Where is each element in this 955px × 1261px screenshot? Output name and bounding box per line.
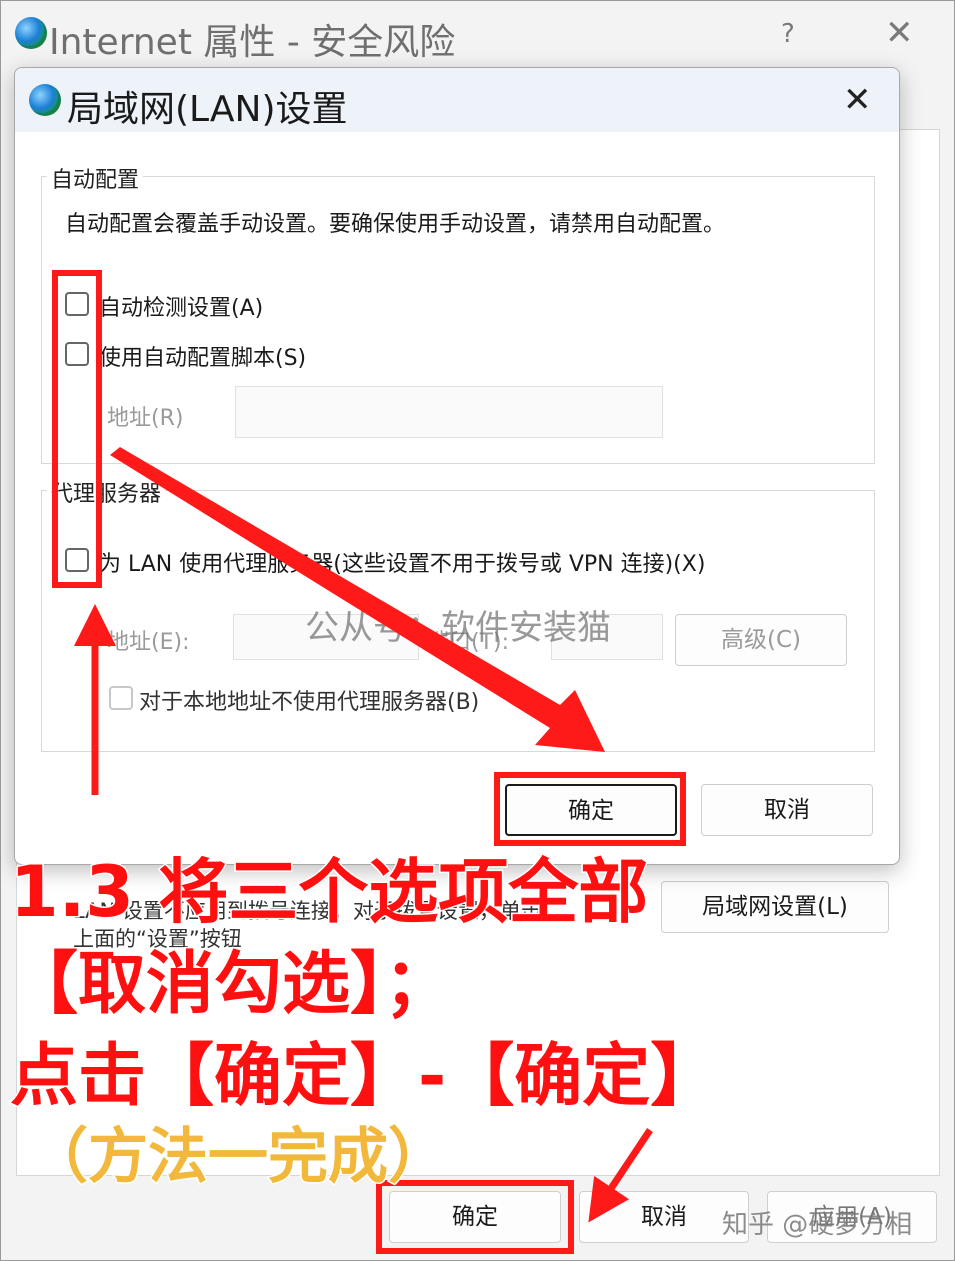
auto-config-group-label: 自动配置 — [47, 162, 144, 194]
dialog-close-icon[interactable]: ✕ — [843, 80, 872, 120]
script-address-input[interactable] — [235, 386, 663, 438]
watermark-text: 公从号：软件安装猫 — [305, 608, 611, 648]
instruction-line-1: 1.3 将三个选项全部 — [8, 850, 649, 935]
script-address-label: 地址(R) — [107, 406, 184, 431]
use-script-label[interactable]: 使用自动配置脚本(S) — [99, 340, 306, 372]
dialog-cancel-button[interactable]: 取消 — [701, 784, 873, 836]
instruction-line-4: （方法一完成） — [27, 1121, 450, 1194]
proxy-address-label: 地址(E): — [107, 630, 190, 655]
dialog-title: 局域网(LAN)设置 — [67, 89, 348, 130]
internet-globe-icon — [15, 17, 47, 49]
instruction-annotation: 1.3 将三个选项全部 【取消勾选】； 点击【确定】-【确定】 （方法一完成） — [8, 836, 950, 1194]
advanced-button[interactable]: 高级(C) — [675, 614, 847, 666]
zhihu-watermark: 知乎 @硬萝方相 — [722, 1210, 913, 1240]
instruction-line-2: 【取消勾选】； — [8, 944, 453, 1026]
use-proxy-label[interactable]: 为 LAN 使用代理服务器(这些设置不用于拨号或 VPN 连接)(X) — [99, 546, 705, 578]
bypass-local-checkbox[interactable] — [109, 686, 133, 710]
parent-close-icon[interactable]: ✕ — [885, 13, 914, 53]
internet-globe-icon — [29, 84, 61, 116]
auto-detect-label[interactable]: 自动检测设置(A) — [99, 290, 263, 322]
checkbox-highlight-box — [52, 270, 102, 588]
lan-settings-dialog: 局域网(LAN)设置 ✕ 自动配置 自动配置会覆盖手动设置。要确保使用手动设置，… — [14, 67, 900, 865]
instruction-line-3: 点击【确定】-【确定】 — [8, 1036, 719, 1118]
parent-window-title: Internet 属性 - 安全风险 — [49, 22, 456, 63]
dialog-ok-highlight-box — [494, 772, 686, 846]
auto-config-description: 自动配置会覆盖手动设置。要确保使用手动设置，请禁用自动配置。 — [65, 212, 726, 237]
help-icon[interactable]: ? — [781, 19, 795, 49]
bypass-local-label[interactable]: 对于本地地址不使用代理服务器(B) — [139, 684, 479, 716]
